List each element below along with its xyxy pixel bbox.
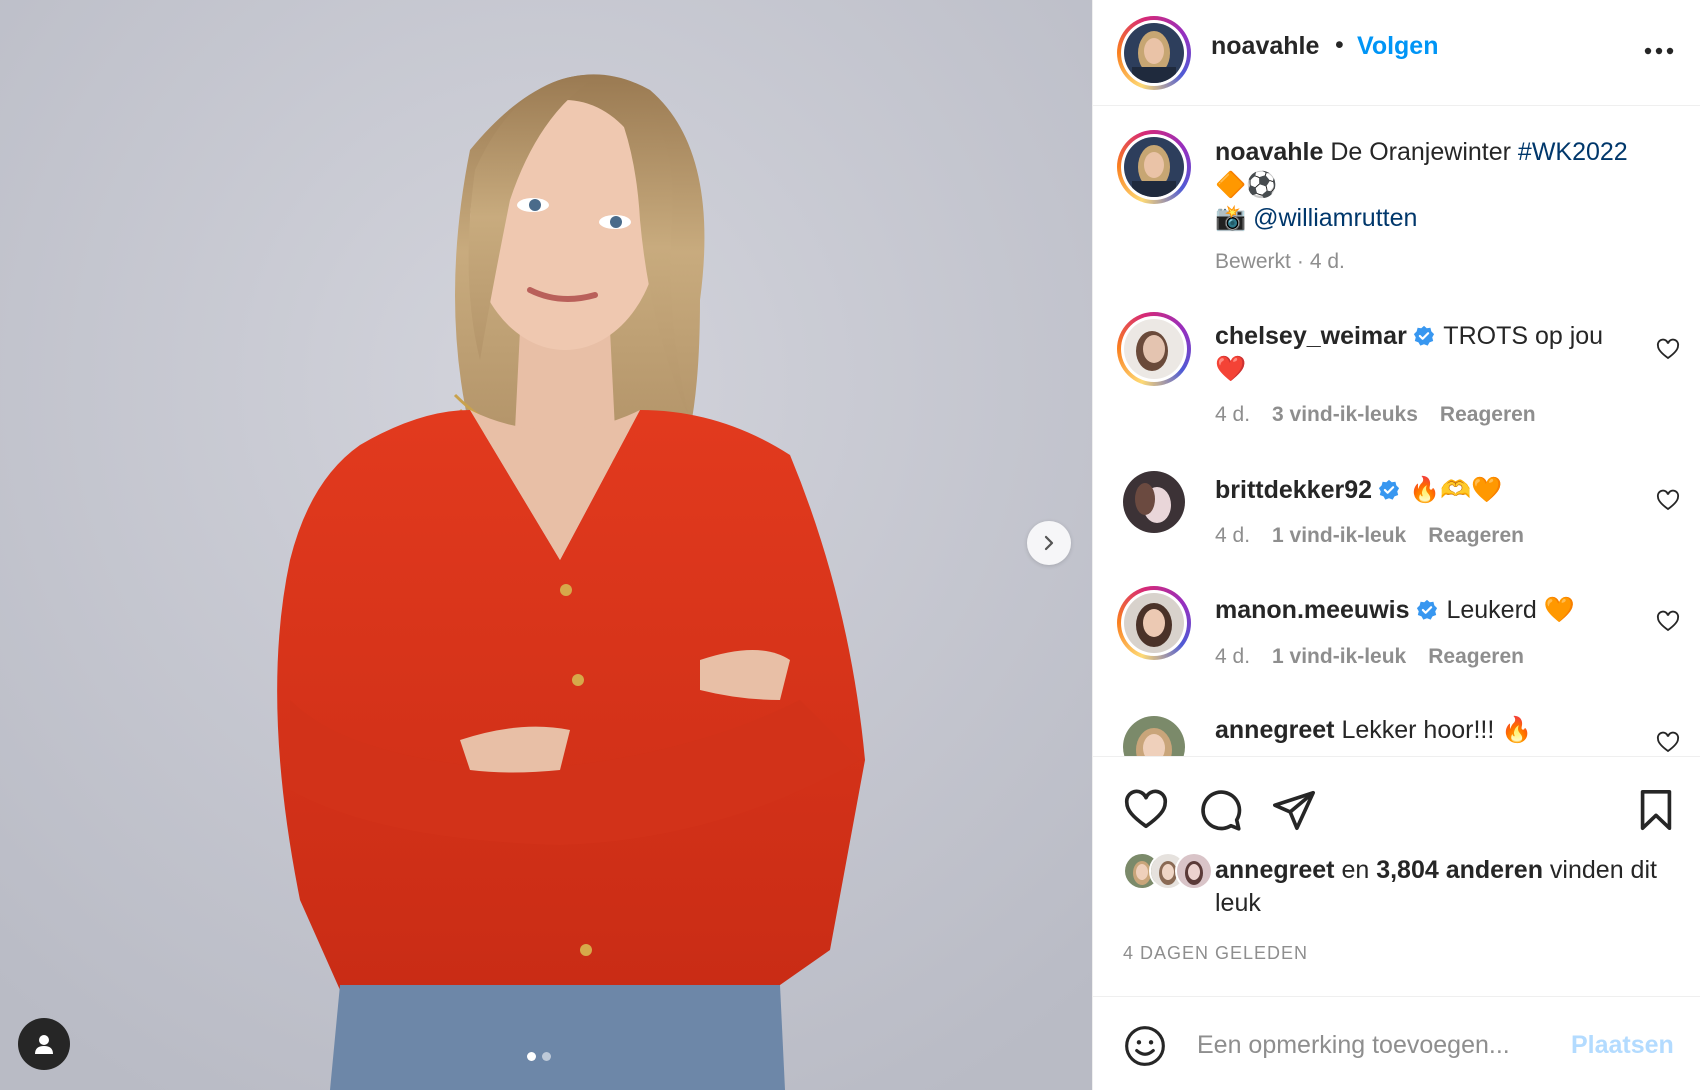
comment: brittdekker92 🔥🫶🧡 [1215, 474, 1635, 507]
comment-meta: 4 d. 1 vind-ik-leuk Reageren [1215, 645, 1524, 669]
reply-button[interactable]: Reageren [1428, 524, 1524, 548]
comment-age: 4 d. [1215, 403, 1251, 426]
camera-emoji: 📸 [1215, 204, 1247, 232]
author-avatar-image [1124, 23, 1184, 83]
caption-text: De Oranjewinter [1330, 138, 1511, 166]
post-header: noavahle • Volgen [1093, 0, 1700, 106]
comment-avatar[interactable] [1117, 586, 1191, 660]
comment-age: 4 d. [1215, 524, 1251, 547]
likes-text: annegreet en 3,804 anderen vinden dit le… [1215, 854, 1675, 920]
post-photo [0, 0, 1092, 1090]
caption-emojis: 🔶⚽️ [1215, 171, 1278, 199]
likes-connector: en [1341, 856, 1370, 884]
comment-username[interactable]: manon.meeuwis [1215, 596, 1410, 624]
reply-button[interactable]: Reageren [1440, 403, 1536, 427]
meta-separator: · [1296, 250, 1304, 273]
comment-username[interactable]: chelsey_weimar [1215, 322, 1407, 350]
comment-bubble-icon[interactable] [1197, 787, 1243, 833]
liker-username[interactable]: annegreet [1215, 856, 1334, 884]
caption-meta: Bewerkt · 4 d. [1215, 250, 1345, 274]
caption: noavahle De Oranjewinter #WK2022 🔶⚽️ 📸 @… [1215, 136, 1635, 235]
bookmark-icon[interactable] [1633, 787, 1679, 833]
likes-others[interactable]: 3,804 anderen [1376, 856, 1543, 884]
caption-mention[interactable]: @williamrutten [1253, 204, 1417, 232]
comment-text: 🔥🫶🧡 [1408, 476, 1503, 504]
comment-like-heart-icon[interactable] [1656, 489, 1680, 513]
comment: chelsey_weimar TROTS op jou ❤️ [1215, 320, 1635, 386]
caption-avatar-image [1124, 137, 1184, 197]
post-side-panel: noavahle • Volgen noavahle De Oranjewint… [1092, 0, 1700, 1090]
like-heart-icon[interactable] [1123, 787, 1169, 833]
carousel-dot-active [527, 1052, 536, 1061]
verified-badge-icon [1413, 325, 1434, 346]
post-comment-button[interactable]: Plaatsen [1571, 1031, 1674, 1060]
comment-avatar[interactable] [1123, 716, 1185, 756]
add-comment-bar: Plaatsen [1093, 996, 1700, 1090]
reply-button[interactable]: Reageren [1428, 645, 1524, 669]
emoji-smile-icon[interactable] [1123, 1024, 1167, 1068]
comment-likes[interactable]: 3 vind-ik-leuks [1272, 403, 1418, 427]
author-username[interactable]: noavahle [1211, 32, 1319, 61]
comment-likes[interactable]: 1 vind-ik-leuk [1272, 645, 1406, 669]
verified-badge-icon [1416, 599, 1437, 620]
carousel-indicator [527, 1052, 551, 1061]
comment-like-heart-icon[interactable] [1656, 610, 1680, 634]
comment-meta: 4 d. 1 vind-ik-leuk Reageren [1215, 524, 1524, 548]
caption-age: 4 d. [1309, 250, 1345, 273]
comment-avatar[interactable] [1123, 471, 1185, 533]
comment-avatar-image [1124, 593, 1184, 653]
comment-avatar-image [1123, 716, 1185, 756]
caption-avatar[interactable] [1117, 130, 1191, 204]
verified-badge-icon [1378, 479, 1400, 500]
comment-avatar[interactable] [1117, 312, 1191, 386]
comment-username[interactable]: annegreet [1215, 716, 1334, 744]
comments-list[interactable]: noavahle De Oranjewinter #WK2022 🔶⚽️ 📸 @… [1093, 106, 1700, 756]
carousel-dot [542, 1052, 551, 1061]
comment-text: Lekker hoor!!! 🔥 [1341, 716, 1533, 744]
comment-meta: 4 d. 3 vind-ik-leuks Reageren [1215, 403, 1536, 427]
comment: annegreet Lekker hoor!!! 🔥 [1215, 714, 1635, 747]
comment-username[interactable]: brittdekker92 [1215, 476, 1372, 504]
comment-avatar-image [1123, 471, 1185, 533]
post-timestamp[interactable]: 4 DAGEN GELEDEN [1123, 943, 1308, 964]
comment-like-heart-icon[interactable] [1656, 731, 1680, 755]
comment: manon.meeuwis Leukerd 🧡 [1215, 594, 1635, 627]
tagged-users-button[interactable] [18, 1018, 70, 1070]
comment-age: 4 d. [1215, 645, 1251, 668]
comment-avatar-image [1124, 319, 1184, 379]
share-paper-plane-icon[interactable] [1271, 787, 1317, 833]
carousel-next-button[interactable] [1027, 521, 1071, 565]
caption-username[interactable]: noavahle [1215, 138, 1323, 166]
edited-label: Bewerkt [1215, 250, 1291, 273]
author-avatar[interactable] [1117, 16, 1191, 90]
comment-text: Leukerd 🧡 [1446, 596, 1575, 624]
follow-button[interactable]: Volgen [1357, 32, 1438, 61]
header-separator: • [1335, 31, 1344, 59]
post-media[interactable] [0, 0, 1092, 1090]
user-icon [35, 1035, 53, 1054]
more-horizontal-icon[interactable] [1639, 36, 1679, 66]
comment-like-heart-icon[interactable] [1656, 338, 1680, 362]
liker-avatar [1175, 852, 1213, 890]
comment-likes[interactable]: 1 vind-ik-leuk [1272, 524, 1406, 548]
caption-hashtag[interactable]: #WK2022 [1518, 138, 1628, 166]
comment-input[interactable] [1195, 1021, 1539, 1069]
chevron-right-icon [1044, 535, 1054, 551]
